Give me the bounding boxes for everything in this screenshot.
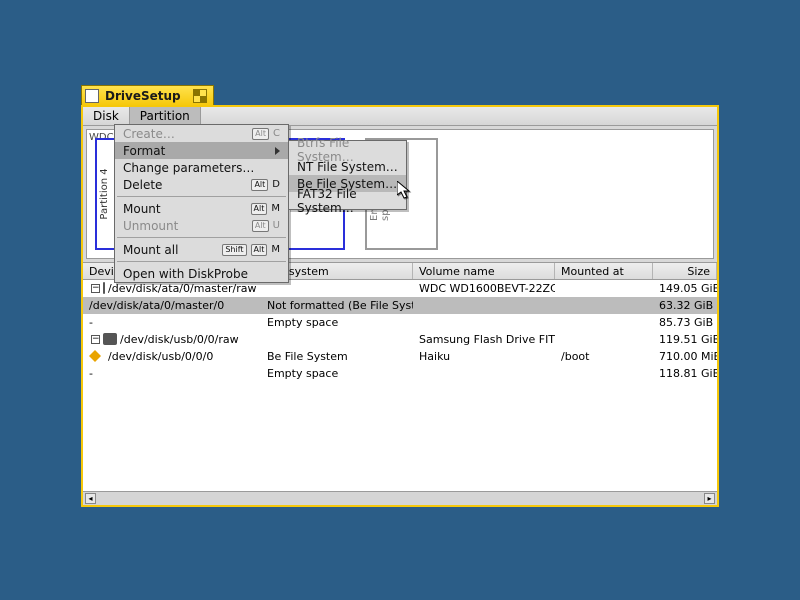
menuitem-change-parameters[interactable]: Change parameters… <box>115 159 288 176</box>
menuitem-mount-all[interactable]: Mount all ShiftAltM <box>115 241 288 258</box>
menu-partition[interactable]: Partition <box>129 107 201 125</box>
horizontal-scrollbar[interactable]: ◂ ▸ <box>83 491 717 505</box>
scroll-right-icon[interactable]: ▸ <box>704 493 715 504</box>
table-row[interactable]: - Empty space 118.81 GiB <box>83 365 717 382</box>
table-row[interactable]: /dev/disk/usb/0/0/0 Be File System Haiku… <box>83 348 717 365</box>
table-body: −/dev/disk/ata/0/master/raw WDC WD1600BE… <box>83 280 717 491</box>
collapse-icon[interactable]: − <box>91 335 100 344</box>
menuitem-format-btrfs[interactable]: Btrfs File System… <box>289 141 406 158</box>
submenu-arrow-icon <box>275 147 280 155</box>
menu-separator <box>117 261 286 262</box>
menuitem-create[interactable]: Create… AltC <box>115 125 288 142</box>
window-zoom-button[interactable] <box>193 89 207 103</box>
menuitem-open-diskprobe[interactable]: Open with DiskProbe <box>115 265 288 282</box>
haiku-leaf-icon <box>89 350 101 362</box>
table-row[interactable]: /dev/disk/ata/0/master/0 Not formatted (… <box>83 297 717 314</box>
menuitem-mount[interactable]: Mount AltM <box>115 200 288 217</box>
menuitem-format-nt[interactable]: NT File System… <box>289 158 406 175</box>
window-title: DriveSetup <box>105 89 187 103</box>
window-titlebar[interactable]: DriveSetup <box>81 85 214 106</box>
collapse-icon[interactable]: − <box>91 284 100 293</box>
harddisk-icon <box>103 282 105 294</box>
menuitem-delete[interactable]: Delete AltD <box>115 176 288 193</box>
col-volume[interactable]: Volume name <box>413 263 555 279</box>
scroll-left-icon[interactable]: ◂ <box>85 493 96 504</box>
menuitem-unmount[interactable]: Unmount AltU <box>115 217 288 234</box>
menuitem-format-fat32[interactable]: FAT32 File System… <box>289 192 406 209</box>
partition-dropdown: Create… AltC Format Change parameters… D… <box>114 124 289 283</box>
menuitem-format[interactable]: Format <box>115 142 288 159</box>
app-icon <box>85 89 99 103</box>
menu-separator <box>117 237 286 238</box>
usb-disk-icon <box>103 333 117 345</box>
menu-disk[interactable]: Disk <box>83 107 129 125</box>
col-mounted[interactable]: Mounted at <box>555 263 653 279</box>
menu-separator <box>117 196 286 197</box>
table-row[interactable]: −/dev/disk/usb/0/0/raw Samsung Flash Dri… <box>83 331 717 348</box>
col-size[interactable]: Size <box>653 263 717 279</box>
partition-block-label: Partition 4 <box>99 168 110 219</box>
table-row[interactable]: - Empty space 85.73 GiB <box>83 314 717 331</box>
format-submenu: Btrfs File System… NT File System… Be Fi… <box>288 140 407 210</box>
